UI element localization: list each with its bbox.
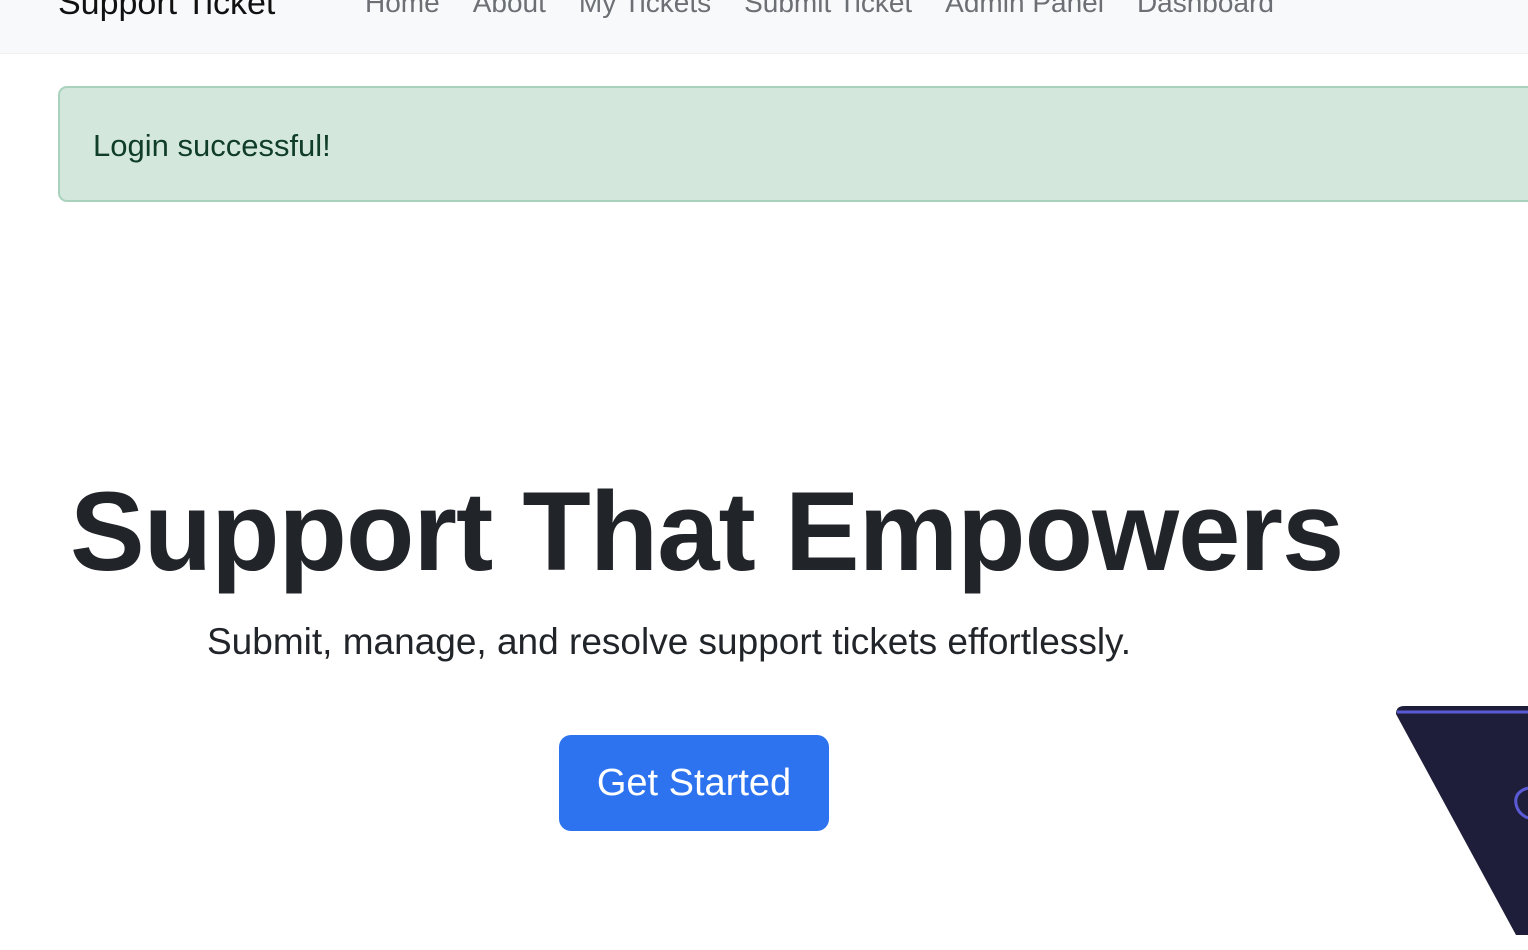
support-illustration-icon (1390, 700, 1528, 935)
nav-links: Home About My Tickets Submit Ticket Admi… (365, 0, 1274, 21)
hero-title: Support That Empowers (70, 469, 1344, 594)
nav-link-admin-panel[interactable]: Admin Panel (945, 0, 1104, 21)
nav-link-my-tickets[interactable]: My Tickets (579, 0, 711, 21)
alert-message: Login successful! (93, 128, 331, 163)
hero-subtitle: Submit, manage, and resolve support tick… (207, 621, 1132, 662)
get-started-button[interactable]: Get Started (559, 735, 829, 831)
nav-link-submit-ticket[interactable]: Submit Ticket (744, 0, 912, 21)
nav-link-home[interactable]: Home (365, 0, 440, 21)
success-alert: Login successful! (58, 86, 1528, 202)
nav-link-about[interactable]: About (473, 0, 546, 21)
nav-link-dashboard[interactable]: Dashboard (1137, 0, 1274, 21)
brand-link[interactable]: Support Ticket (58, 0, 275, 23)
top-navbar: Support Ticket Home About My Tickets Sub… (0, 0, 1528, 54)
